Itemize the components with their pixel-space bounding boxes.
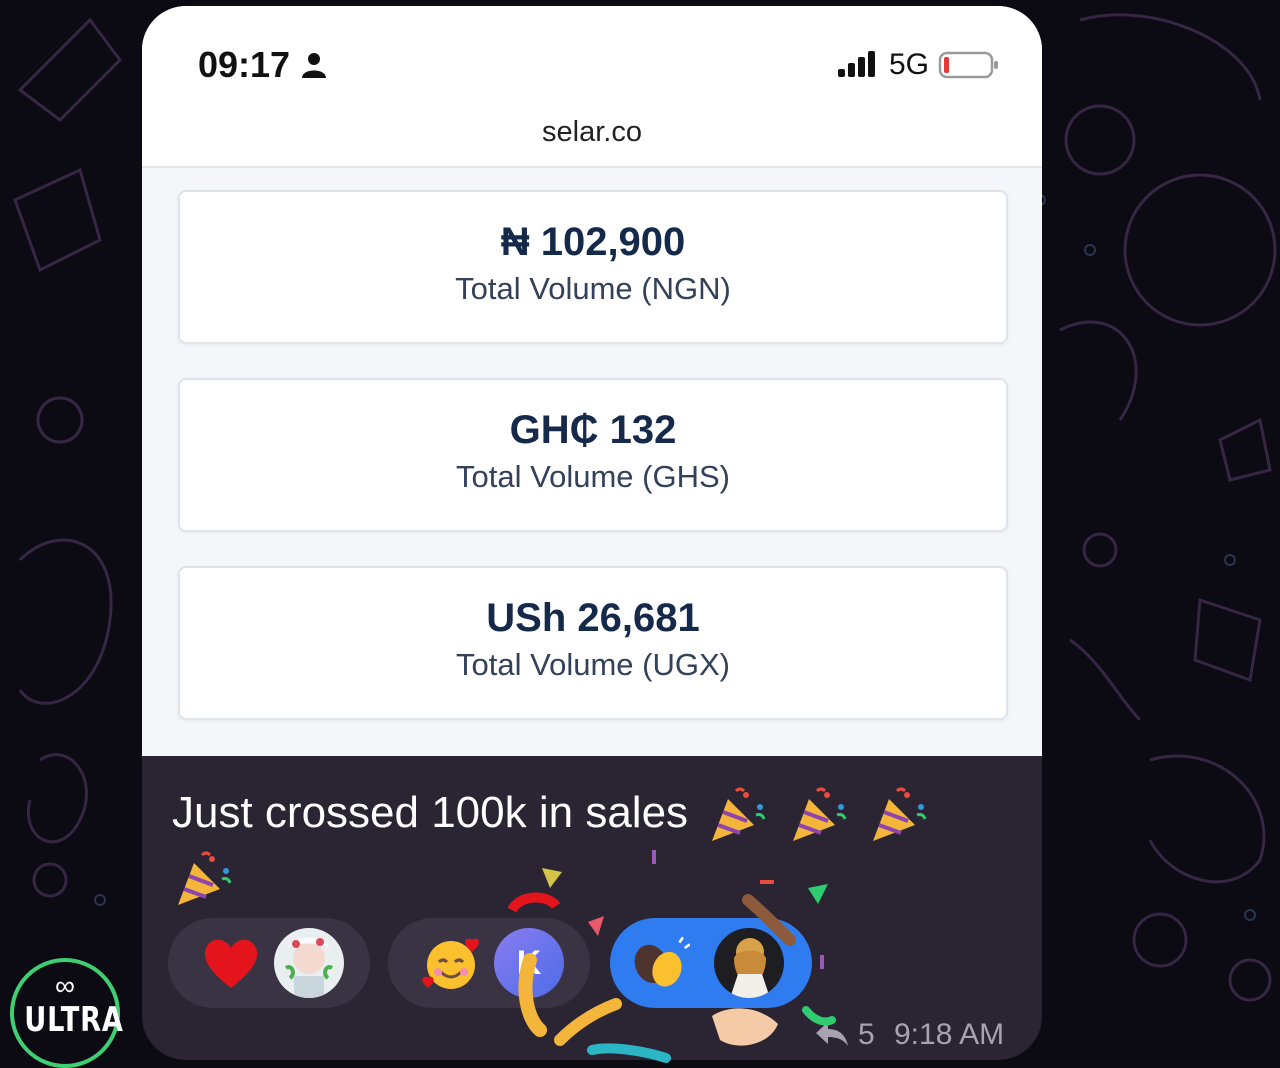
party-popper-icon bbox=[792, 787, 846, 842]
party-popper-icon bbox=[872, 787, 927, 842]
reply-count[interactable]: 5 bbox=[858, 1018, 875, 1058]
card-amount: USh 26,681 bbox=[486, 596, 700, 640]
reply-arrow-icon bbox=[816, 1022, 848, 1046]
party-popper-icon bbox=[178, 851, 232, 905]
status-bar: 09:17 5G bbox=[142, 6, 1042, 116]
volume-card-ngn: ₦ 102,900 Total Volume (NGN) bbox=[178, 190, 1008, 344]
browser-url-bar[interactable]: selar.co bbox=[142, 116, 1042, 168]
infinity-icon: ∞ bbox=[55, 970, 75, 1001]
person-icon bbox=[302, 53, 326, 78]
volume-card-ghs: GH₵ 132 Total Volume (GHS) bbox=[178, 378, 1008, 532]
caption-text: Just crossed 100k in sales bbox=[172, 788, 689, 837]
clapping-hands-icon bbox=[634, 936, 690, 987]
ultra-logo-text: ULTRA bbox=[24, 1000, 124, 1040]
smiling-face-with-hearts-icon bbox=[422, 938, 479, 989]
red-heart-icon bbox=[204, 939, 258, 988]
ultra-logo: ∞ ULTRA bbox=[10, 958, 124, 1068]
card-label: Total Volume (NGN) bbox=[455, 271, 731, 306]
url-text: selar.co bbox=[542, 116, 642, 148]
volume-card-ugx: USh 26,681 Total Volume (UGX) bbox=[178, 566, 1008, 720]
message-bubble[interactable]: 09:17 5G selar.co ₦ 102,900 Total Volume… bbox=[142, 6, 1042, 1060]
signal-icon bbox=[838, 51, 875, 77]
reaction-heart[interactable] bbox=[168, 918, 370, 1008]
user-avatar-2 bbox=[714, 928, 784, 998]
card-label: Total Volume (GHS) bbox=[456, 459, 730, 494]
reaction-clapping[interactable] bbox=[610, 918, 812, 1008]
network-type: 5G bbox=[889, 48, 930, 81]
message-timestamp: 9:18 AM bbox=[894, 1018, 1005, 1051]
user-avatar-1 bbox=[274, 928, 344, 998]
embedded-screenshot: 09:17 5G selar.co ₦ 102,900 Total Volume… bbox=[142, 6, 1042, 756]
user-avatar-k: K bbox=[494, 928, 564, 998]
card-label: Total Volume (UGX) bbox=[456, 647, 730, 682]
message-caption: Just crossed 100k in sales bbox=[172, 782, 992, 909]
card-amount: ₦ 102,900 bbox=[500, 220, 686, 264]
party-popper-icon bbox=[712, 787, 766, 842]
battery-low-icon bbox=[938, 51, 998, 79]
status-time: 09:17 bbox=[198, 44, 291, 85]
card-amount: GH₵ 132 bbox=[509, 408, 677, 452]
reaction-smiling-hearts[interactable]: K bbox=[388, 918, 590, 1008]
